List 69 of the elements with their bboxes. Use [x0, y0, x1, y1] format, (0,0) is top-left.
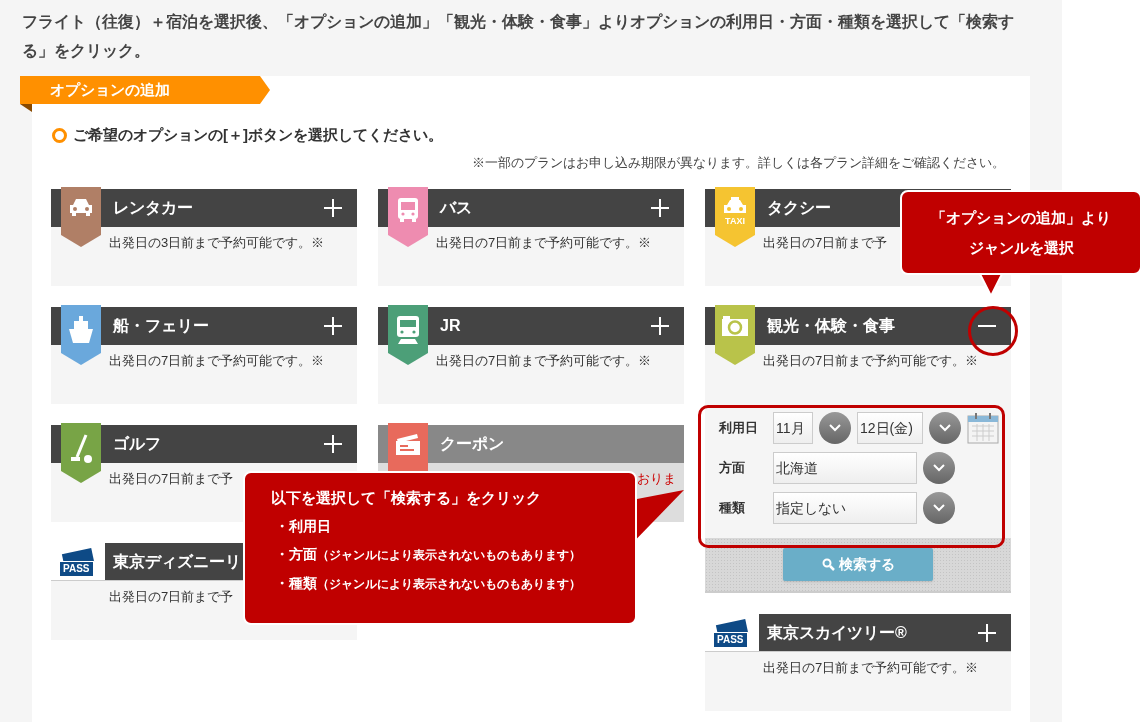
plus-icon — [323, 316, 343, 336]
expand-button[interactable] — [648, 196, 672, 220]
minus-icon — [977, 325, 997, 327]
radio-ring-icon — [52, 127, 67, 143]
callout-note: （ジャンルにより表示されないものもあります） — [317, 547, 581, 564]
option-title: クーポン — [440, 434, 504, 454]
note-text: ※一部のプランはお申し込み期限が異なります。詳しくは各プラン詳細をご確認ください。 — [472, 153, 1005, 172]
select-field[interactable]: 11月 — [773, 412, 813, 444]
car-icon — [68, 197, 94, 217]
callout-note: （ジャンルにより表示されないものもあります） — [317, 576, 581, 593]
callout-bullet: ・利用日 — [275, 517, 331, 536]
select-field[interactable]: 指定しない — [773, 492, 917, 524]
option-title: 観光・体験・食事 — [767, 316, 895, 336]
intro-text: フライト（往復）＋宿泊を選択後、「オプションの追加」「観光・体験・食事」よりオプションの利用日・方面・種類を選択して「検索する」をクリック。 — [21, 12, 1015, 61]
option-title: タクシー — [767, 198, 831, 218]
field-label: 方面 — [719, 459, 746, 478]
search-icon — [821, 558, 835, 571]
dropdown-button[interactable] — [929, 412, 961, 444]
plus-icon — [650, 198, 670, 218]
option-title: 東京ディズニーリ — [113, 551, 241, 572]
plus-icon — [323, 434, 343, 454]
train-icon — [395, 315, 421, 345]
select-field[interactable]: 北海道 — [773, 452, 917, 484]
field-label: 種類 — [719, 499, 746, 518]
option-description: 出発日の7日前まで予 — [109, 470, 234, 488]
option-description: 出発日の7日前まで予約可能です。※ — [436, 234, 652, 252]
option-description: 出発日の7日前まで予 — [109, 588, 234, 606]
ticket-icon — [393, 433, 423, 457]
option-description: 出発日の3日前まで予約可能です。※ — [109, 234, 325, 252]
option-title: ゴルフ — [113, 434, 161, 454]
camera-icon — [721, 315, 749, 337]
option-description: 出発日の7日前まで予約可能です。※ — [763, 659, 979, 677]
expand-button[interactable] — [321, 432, 345, 456]
expand-button[interactable] — [321, 196, 345, 220]
chevron-down-icon — [933, 464, 945, 472]
callout-bullet: ・種類 — [275, 574, 317, 593]
bus-icon — [397, 197, 419, 223]
plus-icon — [977, 622, 997, 643]
golf-club-icon — [68, 433, 94, 465]
option-description: おりま — [637, 470, 676, 488]
callout-text: ジャンルを選択 — [968, 237, 1074, 258]
option-description: 出発日の7日前まで予 — [763, 234, 888, 252]
instruction-text: ご希望のオプションの[＋]ボタンを選択してください。 — [73, 125, 443, 145]
option-description: 出発日の7日前まで予約可能です。※ — [763, 352, 979, 370]
option-description: 出発日の7日前まで予約可能です。※ — [436, 352, 652, 370]
tab-fold — [20, 104, 32, 112]
callout-title: 以下を選択して「検索する」をクリック — [271, 488, 542, 508]
field-label: 利用日 — [719, 419, 759, 438]
option-title: レンタカー — [113, 198, 193, 218]
dropdown-button[interactable] — [923, 492, 955, 524]
ship-icon — [67, 315, 95, 345]
option-title: バス — [440, 198, 472, 218]
calendar-icon[interactable] — [967, 412, 999, 444]
callout-bullet: ・方面 — [275, 545, 317, 564]
option-title: JR — [440, 316, 461, 336]
plus-icon — [323, 198, 343, 218]
plus-icon — [650, 316, 670, 336]
chevron-down-icon — [939, 424, 951, 432]
dropdown-button[interactable] — [819, 412, 851, 444]
dropdown-button[interactable] — [923, 452, 955, 484]
expand-button[interactable] — [648, 314, 672, 338]
select-field[interactable]: 12日(金) — [857, 412, 923, 444]
option-title: 船・フェリー — [113, 316, 209, 336]
chevron-down-icon — [829, 424, 841, 432]
chevron-down-icon — [933, 504, 945, 512]
callout-text: 「オプションの追加」より — [931, 207, 1111, 228]
option-description: 出発日の7日前まで予約可能です。※ — [109, 352, 325, 370]
option-title: 東京スカイツリー® — [767, 622, 907, 643]
expand-button[interactable] — [321, 314, 345, 338]
